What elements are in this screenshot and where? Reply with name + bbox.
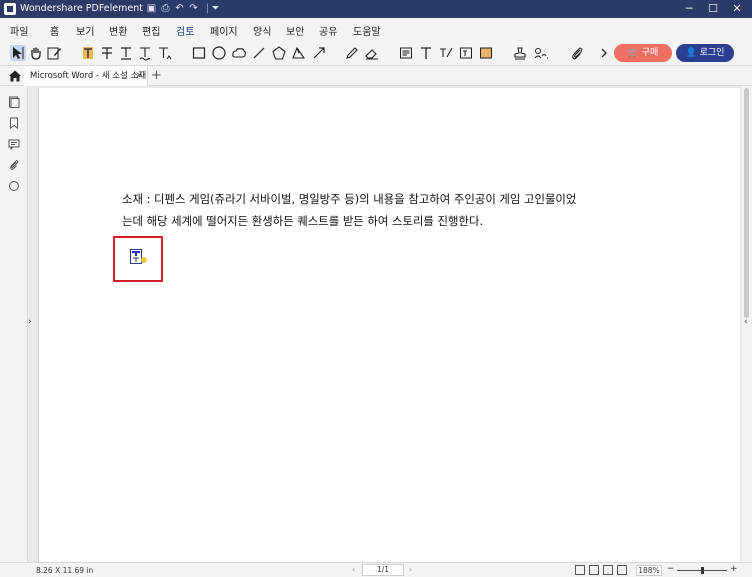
textbox-icon[interactable] [458,45,474,61]
save-icon[interactable]: ▣ [146,3,157,14]
select-arrow-icon[interactable] [10,45,26,61]
next-page-icon[interactable]: › [409,565,412,574]
polygon-icon[interactable] [291,45,307,61]
strikethrough-text-icon[interactable] [99,45,115,61]
menu-security[interactable]: 보안 [286,23,304,38]
menu-help[interactable]: 도움말 [353,23,381,38]
title-bar: Wondershare PDFelement ▣ ⎙ ↶ ↷ | ⏷ ─ ☐ ✕ [0,0,752,18]
login-button[interactable]: 👤 로그인 [676,44,734,62]
bookmark-panel-icon[interactable] [8,96,20,108]
text-icon[interactable] [418,45,434,61]
menu-bar: 파일 홈 보기 변환 편집 검토 페이지 양식 보안 공유 도움말 [0,18,752,42]
chevron-right-icon[interactable] [596,45,607,61]
menu-convert[interactable]: 변환 [109,23,127,38]
close-icon[interactable]: ✕ [728,0,746,18]
squiggly-text-icon[interactable] [137,45,153,61]
buy-button-label: 구매 [641,48,659,58]
app-logo-icon [4,3,16,15]
document-tab[interactable]: Microsoft Word - 새 소설 소재 [24,66,148,86]
customize-dropdown-icon[interactable]: ⏷ [210,3,221,14]
page-size-label: 8.26 X 11.69 in [36,566,94,575]
pentagon-icon[interactable] [271,45,287,61]
two-page-continuous-view-icon[interactable] [617,565,627,575]
zoom-out-icon[interactable]: − [667,564,675,574]
arrow-icon[interactable] [311,45,327,61]
undo-icon[interactable]: ↶ [174,3,185,14]
menu-home[interactable]: 홈 [50,23,59,38]
search-icon[interactable] [8,180,20,192]
two-page-view-icon[interactable] [603,565,613,575]
text-callout-icon[interactable] [438,45,454,61]
app-title: Wondershare PDFelement [20,3,143,14]
edit-icon[interactable] [46,45,62,61]
pdf-page[interactable]: 소재 : 디펜스 게임(쥬라기 서바이벌, 명일방주 등)의 내용을 참고하여 … [38,88,740,562]
minimize-icon[interactable]: ─ [680,0,698,18]
zoom-in-icon[interactable]: + [730,564,738,574]
menu-form[interactable]: 양식 [253,23,271,38]
menu-file[interactable]: 파일 [10,23,28,38]
collapse-right-icon[interactable]: ‹ [744,317,748,327]
menu-page[interactable]: 페이지 [210,23,238,38]
text-line-1: 소재 : 디펜스 게임(쥬라기 서바이벌, 명일방주 등)의 내용을 참고하여 … [122,192,577,206]
attachment-panel-icon[interactable] [8,159,20,171]
document-canvas[interactable]: 소재 : 디펜스 게임(쥬라기 서바이벌, 명일방주 등)의 내용을 참고하여 … [28,86,742,562]
menu-edit[interactable]: 편집 [142,23,160,38]
home-icon[interactable] [8,68,22,82]
stamp-icon[interactable] [512,45,528,61]
pencil-icon[interactable] [344,45,360,61]
hand-icon[interactable] [28,45,44,61]
signature-icon[interactable] [533,45,549,61]
thumbnail-icon[interactable] [8,117,20,129]
redo-icon[interactable]: ↷ [188,3,199,14]
single-page-view-icon[interactable] [575,565,585,575]
attachment-icon[interactable] [569,45,585,61]
highlight-text-icon[interactable] [80,45,96,61]
comment-icon[interactable] [8,138,20,150]
menu-view[interactable]: 보기 [76,23,94,38]
maximize-icon[interactable]: ☐ [704,0,722,18]
buy-button[interactable]: 🛒 구매 [614,44,672,62]
underline-text-icon[interactable] [118,45,134,61]
note-icon[interactable] [398,45,414,61]
insert-text-icon[interactable] [156,45,172,61]
scrollbar-thumb[interactable] [744,88,749,318]
circle-icon[interactable] [211,45,227,61]
annotation-pin-icon[interactable] [140,249,148,263]
continuous-view-icon[interactable] [589,565,599,575]
tab-close-icon[interactable]: × [135,70,143,81]
prev-page-icon[interactable]: ‹ [352,565,355,574]
document-body-text[interactable]: 소재 : 디펜스 게임(쥬라기 서바이벌, 명일방주 등)의 내용을 참고하여 … [122,188,662,232]
cloud-icon[interactable] [231,45,247,61]
left-sidebar [0,86,28,562]
line-icon[interactable] [251,45,267,61]
rectangle-icon[interactable] [191,45,207,61]
menu-share[interactable]: 공유 [319,23,337,38]
print-icon[interactable]: ⎙ [160,3,171,14]
page-number-field[interactable]: 1/1 [362,564,404,576]
zoom-slider-knob[interactable] [701,567,704,574]
collapse-left-icon[interactable]: › [28,317,32,327]
login-button-label: 로그인 [699,48,725,58]
eraser-icon[interactable] [364,45,380,61]
document-tab-label: Microsoft Word - 새 소설 소재 [30,71,147,81]
zoom-level-field[interactable]: 188% [636,565,662,576]
text-line-2: 는데 해당 세계에 떨어지든 환생하든 퀘스트를 받든 하여 스토리를 진행한다… [122,214,484,228]
status-bar: 8.26 X 11.69 in ‹ 1/1 › 188% − + [0,562,752,577]
area-highlight-icon[interactable] [478,45,494,61]
tab-add-icon[interactable]: + [151,68,162,83]
document-tab-bar: Microsoft Word - 새 소설 소재 × + [0,66,752,86]
